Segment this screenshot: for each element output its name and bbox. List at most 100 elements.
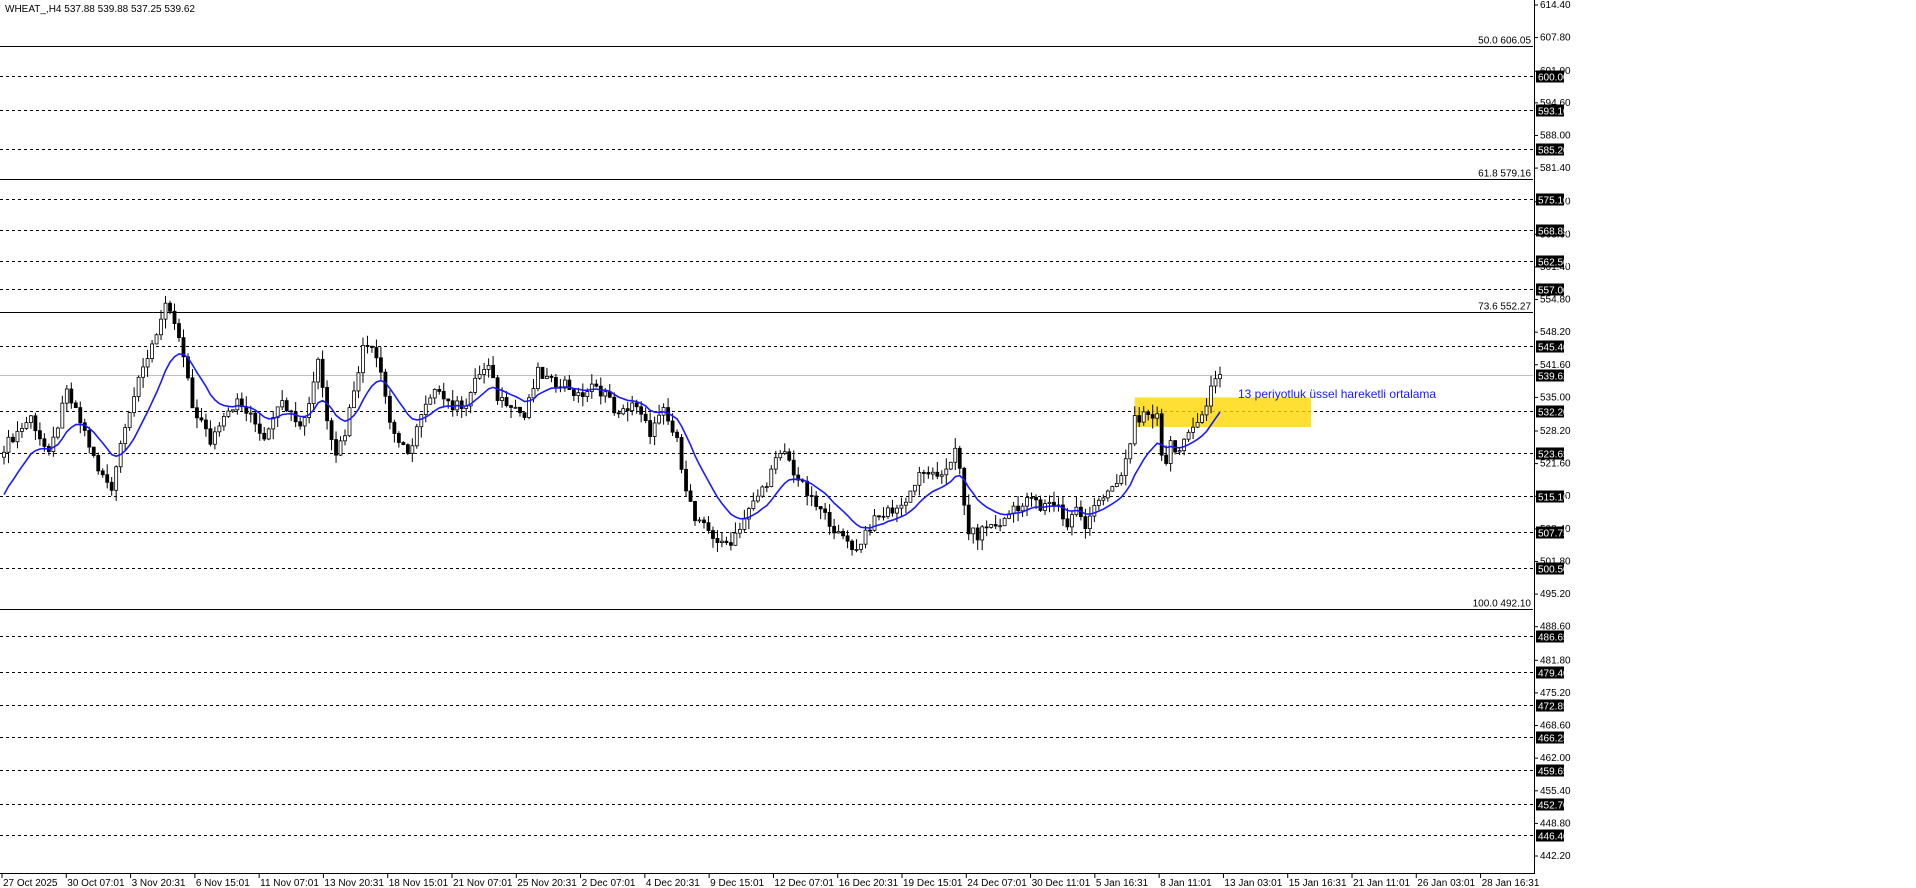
candle-body bbox=[473, 377, 478, 393]
candle-body bbox=[814, 495, 819, 507]
candle-body bbox=[1195, 421, 1200, 428]
candle-body bbox=[195, 407, 199, 419]
candle-body bbox=[230, 409, 235, 412]
candle-body bbox=[96, 455, 101, 472]
fibonacci-label: 61.8 579.16 bbox=[1478, 169, 1531, 180]
candle-body bbox=[1186, 431, 1191, 440]
price-tick-label: 448.80 bbox=[1540, 818, 1571, 829]
candle-body bbox=[823, 508, 828, 513]
candle-body bbox=[935, 471, 940, 477]
time-tick-label: 11 Nov 07:01 bbox=[260, 878, 319, 888]
candle-body bbox=[1155, 413, 1160, 419]
candle-body bbox=[881, 515, 886, 518]
candle-body bbox=[1101, 497, 1106, 501]
candle-body bbox=[316, 358, 320, 383]
candle-body bbox=[948, 461, 953, 470]
candle-body bbox=[221, 416, 226, 427]
time-tick-label: 19 Dec 15:01 bbox=[903, 878, 963, 888]
candle-body bbox=[356, 372, 361, 392]
candle-body bbox=[693, 500, 697, 522]
fibonacci-label: 73.6 552.27 bbox=[1478, 302, 1531, 313]
time-tick-label: 18 Nov 15:01 bbox=[389, 878, 449, 888]
candle-body bbox=[73, 402, 78, 408]
candle-body bbox=[1002, 517, 1007, 527]
price-tick-label: 588.00 bbox=[1540, 130, 1571, 141]
candle-body bbox=[280, 400, 285, 408]
time-axis[interactable]: 27 Oct 2025 30 Oct 07:01 3 Nov 20:31 6 Nov … bbox=[1, 874, 1540, 888]
candle-body bbox=[123, 427, 128, 444]
candle-body bbox=[387, 395, 392, 423]
candle-body bbox=[208, 428, 213, 445]
candle-body bbox=[29, 415, 33, 424]
candle-body bbox=[742, 518, 747, 530]
level-price-tag-label: 515.10 bbox=[1538, 493, 1569, 504]
candle-body bbox=[904, 501, 908, 506]
candle-body bbox=[150, 343, 154, 359]
candle-body bbox=[392, 421, 397, 434]
level-price-tag-label: 593.10 bbox=[1538, 107, 1569, 118]
candle-body bbox=[720, 540, 724, 543]
time-tick-label: 24 Dec 07:01 bbox=[967, 878, 1027, 888]
candle-body bbox=[782, 451, 787, 454]
candle-body bbox=[868, 529, 872, 532]
candle-body bbox=[1191, 426, 1195, 433]
candle-body bbox=[643, 413, 648, 421]
candle-body bbox=[957, 447, 962, 469]
candle-body bbox=[657, 414, 662, 424]
candle-body bbox=[298, 421, 303, 427]
candle-body bbox=[33, 415, 38, 432]
level-price-tag-label: 452.70 bbox=[1538, 801, 1569, 812]
level-price-tag-label: 486.65 bbox=[1538, 633, 1569, 644]
candle-body bbox=[1029, 496, 1034, 499]
time-tick-label: 3 Nov 20:31 bbox=[132, 878, 186, 888]
candle-body bbox=[477, 373, 482, 379]
candle-body bbox=[284, 400, 289, 412]
candle-body bbox=[1119, 475, 1124, 484]
candle-body bbox=[598, 385, 603, 397]
candle-body bbox=[971, 527, 976, 535]
level-price-tag-label: 466.25 bbox=[1538, 734, 1569, 745]
candle-body bbox=[405, 444, 410, 454]
candle-body bbox=[1137, 415, 1142, 423]
candle-body bbox=[2, 451, 6, 458]
candle-body bbox=[1218, 374, 1222, 380]
candle-body bbox=[594, 383, 599, 387]
candle-body bbox=[1150, 414, 1155, 419]
candle-body bbox=[132, 396, 137, 414]
fibonacci-label: 50.0 606.05 bbox=[1478, 36, 1531, 47]
candle-body bbox=[1070, 514, 1074, 528]
candle-body bbox=[554, 377, 558, 388]
time-tick-label: 30 Oct 07:01 bbox=[67, 878, 125, 888]
candle-body bbox=[190, 377, 195, 409]
candle-body bbox=[625, 408, 630, 411]
candle-body bbox=[1083, 516, 1088, 530]
candle-body bbox=[482, 369, 487, 375]
candle-body bbox=[114, 466, 119, 491]
candle-body bbox=[1025, 497, 1029, 507]
candle-body bbox=[212, 431, 217, 445]
candle-body bbox=[51, 436, 56, 452]
candle-body bbox=[1016, 505, 1020, 512]
candle-body bbox=[172, 310, 177, 324]
price-tick-label: 548.20 bbox=[1540, 327, 1571, 338]
price-tick-label: 442.20 bbox=[1540, 851, 1571, 862]
candle-body bbox=[845, 535, 850, 542]
level-price-tag-label: 545.40 bbox=[1538, 343, 1569, 354]
candle-body bbox=[805, 480, 810, 496]
level-price-tag-label: 446.40 bbox=[1538, 832, 1569, 843]
candle-body bbox=[37, 430, 42, 440]
candle-body bbox=[1087, 515, 1092, 530]
level-price-tag-label: 557.00 bbox=[1538, 286, 1569, 297]
candle-body bbox=[1105, 490, 1110, 499]
candle-body bbox=[764, 486, 769, 489]
candle-body bbox=[684, 468, 688, 492]
candle-body bbox=[841, 530, 845, 537]
candle-body bbox=[69, 388, 74, 404]
time-tick-label: 27 Oct 2025 bbox=[3, 878, 58, 888]
candle-body bbox=[648, 420, 653, 437]
candle-body bbox=[859, 543, 863, 550]
candle-body bbox=[226, 410, 231, 417]
candle-body bbox=[1092, 504, 1097, 517]
price-chart[interactable]: 50.0 606.05 61.8 579.16 73.6 552.27 100.0 4… bbox=[0, 0, 1916, 888]
candle-body bbox=[863, 529, 868, 545]
